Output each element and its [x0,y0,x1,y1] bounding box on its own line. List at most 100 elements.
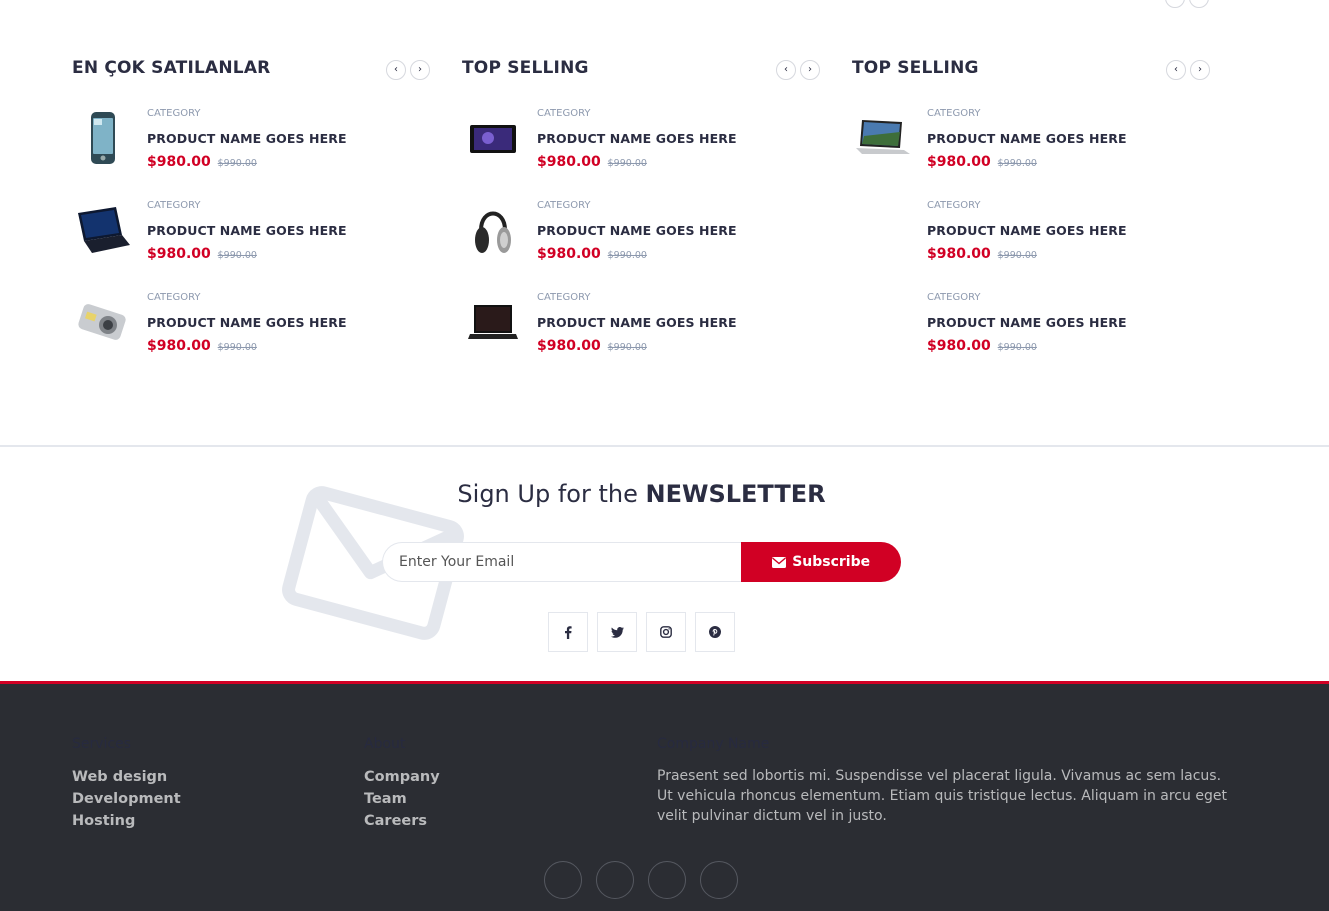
newsletter-form: Subscribe [382,542,901,582]
twitter-icon[interactable] [597,612,637,652]
widget-header: TOP SELLING ‹ › [462,58,822,82]
footer-col-about: About Company Team Careers [364,736,440,832]
product-price: $980.00 $990.00 [147,338,257,354]
widget-title: EN ÇOK SATILANLAR [72,58,271,78]
social-circle-icon[interactable] [544,861,582,899]
product-category: CATEGORY [927,292,981,303]
product-item[interactable]: CATEGORY PRODUCT NAME GOES HERE $980.00 … [462,200,822,280]
product-name[interactable]: PRODUCT NAME GOES HERE [537,315,737,330]
price-old: $990.00 [217,250,257,261]
product-category: CATEGORY [147,292,201,303]
price-current: $980.00 [147,338,211,354]
product-category: CATEGORY [147,108,201,119]
product-name[interactable]: PRODUCT NAME GOES HERE [927,315,1127,330]
widget-nav: ‹ › [776,60,820,80]
laptop-image[interactable] [462,292,524,352]
chevron-left-icon[interactable]: ‹ [776,60,796,80]
price-current: $980.00 [537,338,601,354]
product-price: $980.00 $990.00 [147,154,257,170]
widget-title: TOP SELLING [462,58,589,78]
product-item[interactable]: CATEGORY PRODUCT NAME GOES HERE $980.00 … [72,292,432,372]
product-widget-3: TOP SELLING ‹ › CATEGORY PRODUCT NAME GO… [852,58,1212,354]
product-name[interactable]: PRODUCT NAME GOES HERE [537,131,737,146]
product-name[interactable]: PRODUCT NAME GOES HERE [147,223,347,238]
footer-heading: Company Name [657,736,770,752]
price-old: $990.00 [997,250,1037,261]
product-item[interactable]: CATEGORY PRODUCT NAME GOES HERE $980.00 … [72,200,432,280]
price-current: $980.00 [927,338,991,354]
price-current: $980.00 [147,154,211,170]
social-circle-icon[interactable] [648,861,686,899]
product-image-placeholder[interactable] [852,200,914,260]
price-current: $980.00 [927,246,991,262]
product-item[interactable]: CATEGORY PRODUCT NAME GOES HERE $980.00 … [462,108,822,188]
chevron-right-icon[interactable]: › [1189,0,1209,8]
product-widget-1: EN ÇOK SATILANLAR ‹ › CATEGORY PRODUCT N… [72,58,432,354]
chevron-left-icon[interactable]: ‹ [386,60,406,80]
product-image-placeholder[interactable] [852,292,914,352]
product-price: $980.00 $990.00 [537,246,647,262]
subscribe-button[interactable]: Subscribe [741,542,901,582]
footer-link[interactable]: Development [72,788,181,810]
product-name[interactable]: PRODUCT NAME GOES HERE [147,315,347,330]
footer-company-text: Praesent sed lobortis mi. Suspendisse ve… [657,768,1227,824]
product-name[interactable]: PRODUCT NAME GOES HERE [927,131,1127,146]
widget-nav: ‹ › [1166,60,1210,80]
product-item[interactable]: CATEGORY PRODUCT NAME GOES HERE $980.00 … [852,108,1212,188]
price-current: $980.00 [537,246,601,262]
footer-heading: Services [72,736,132,752]
price-current: $980.00 [147,246,211,262]
footer-link[interactable]: Team [364,788,440,810]
product-item[interactable]: CATEGORY PRODUCT NAME GOES HERE $980.00 … [72,108,432,188]
product-category: CATEGORY [927,108,981,119]
product-name[interactable]: PRODUCT NAME GOES HERE [147,131,347,146]
facebook-icon[interactable] [548,612,588,652]
product-category: CATEGORY [537,108,591,119]
chevron-right-icon[interactable]: › [410,60,430,80]
laptop-image[interactable] [72,200,134,260]
price-old: $990.00 [217,158,257,169]
chevron-right-icon[interactable]: › [800,60,820,80]
footer-social-row [544,861,738,899]
chevron-left-icon[interactable]: ‹ [1165,0,1185,8]
price-current: $980.00 [537,154,601,170]
price-old: $990.00 [607,250,647,261]
headphones-image[interactable] [462,200,524,260]
social-circle-icon[interactable] [596,861,634,899]
social-circle-icon[interactable] [700,861,738,899]
product-item[interactable]: CATEGORY PRODUCT NAME GOES HERE $980.00 … [852,200,1212,280]
product-item[interactable]: CATEGORY PRODUCT NAME GOES HERE $980.00 … [852,292,1212,372]
footer-link[interactable]: Web design [72,766,181,788]
product-item[interactable]: CATEGORY PRODUCT NAME GOES HERE $980.00 … [462,292,822,372]
footer-col-services: Services Web design Development Hosting [72,736,181,832]
footer-link[interactable]: Company [364,766,440,788]
tablet-image[interactable] [462,108,524,168]
smartphone-image[interactable] [72,108,134,168]
camera-image[interactable] [72,292,134,352]
product-price: $980.00 $990.00 [537,338,647,354]
widget-header: TOP SELLING ‹ › [852,58,1212,82]
product-price: $980.00 $990.00 [147,246,257,262]
newsletter-title-strong: NEWSLETTER [645,480,826,508]
product-category: CATEGORY [147,200,201,211]
pinterest-icon[interactable] [695,612,735,652]
price-old: $990.00 [607,158,647,169]
footer-link[interactable]: Hosting [72,810,181,832]
chevron-left-icon[interactable]: ‹ [1166,60,1186,80]
product-category: CATEGORY [537,200,591,211]
product-price: $980.00 $990.00 [927,338,1037,354]
product-category: CATEGORY [537,292,591,303]
chevron-right-icon[interactable]: › [1190,60,1210,80]
price-old: $990.00 [607,342,647,353]
widget-nav: ‹ › [386,60,430,80]
instagram-icon[interactable] [646,612,686,652]
laptop-image[interactable] [852,108,914,168]
footer-link[interactable]: Careers [364,810,440,832]
email-input[interactable] [382,542,742,582]
widget-title: TOP SELLING [852,58,979,78]
product-name[interactable]: PRODUCT NAME GOES HERE [537,223,737,238]
footer-col-company: Company Name Praesent sed lobortis mi. S… [657,736,1227,826]
product-price: $980.00 $990.00 [927,154,1037,170]
newsletter-social [548,612,735,652]
product-name[interactable]: PRODUCT NAME GOES HERE [927,223,1127,238]
